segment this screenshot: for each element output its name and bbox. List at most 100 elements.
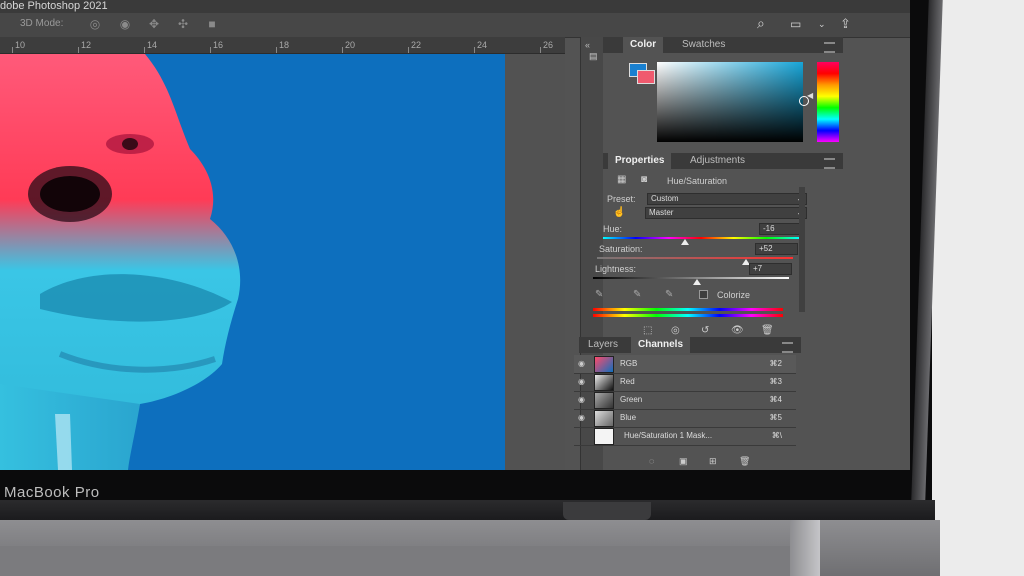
photoshop-window: dobe Photoshop 2021 3D Mode: ◎ ◉ ✥ ✣ ■ ⌕… bbox=[0, 0, 910, 470]
tab-swatches[interactable]: Swatches bbox=[675, 37, 732, 53]
hue-value: -16 bbox=[763, 224, 775, 233]
eye-icon[interactable]: ◉ bbox=[578, 395, 585, 404]
save-selection-icon[interactable]: ▣ bbox=[679, 456, 688, 467]
clip-to-layer-icon[interactable]: ⬚ bbox=[643, 325, 652, 336]
channel-thumbnail bbox=[594, 374, 614, 391]
channel-row-mask[interactable]: Hue/Saturation 1 Mask... ⌘\ bbox=[574, 427, 796, 446]
saturation-value-input[interactable]: +52 bbox=[755, 243, 798, 255]
channel-name: Green bbox=[620, 395, 643, 404]
channel-thumbnail bbox=[594, 428, 614, 445]
panel-menu-icon[interactable] bbox=[824, 42, 835, 53]
channel-name: Red bbox=[620, 377, 635, 386]
new-channel-icon[interactable]: ⊞ bbox=[709, 456, 717, 467]
ruler-tick: 16 bbox=[213, 40, 224, 50]
hue-label: Hue: bbox=[603, 224, 623, 234]
channel-shortcut: ⌘2 bbox=[769, 359, 782, 368]
view-previous-icon[interactable]: ◎ bbox=[671, 325, 680, 336]
eyedropper-icon[interactable]: ✎ bbox=[595, 289, 603, 300]
ruler-mark bbox=[78, 47, 79, 53]
channel-shortcut: ⌘4 bbox=[769, 395, 782, 404]
lightness-value-input[interactable]: +7 bbox=[749, 263, 792, 275]
reset-icon[interactable]: ↺ bbox=[701, 325, 709, 336]
chevron-down-icon[interactable]: ⌄ bbox=[818, 19, 826, 30]
title-bar: dobe Photoshop 2021 bbox=[0, 0, 910, 13]
background-color-swatch[interactable] bbox=[637, 70, 655, 84]
ruler-tick: 18 bbox=[279, 40, 290, 50]
eye-icon[interactable]: ◉ bbox=[578, 377, 585, 386]
channel-thumbnail bbox=[594, 356, 614, 373]
delete-icon[interactable]: 🗑 bbox=[761, 325, 774, 336]
panel-icon[interactable]: ▤ bbox=[589, 51, 603, 61]
hue-slider-arrow-icon[interactable]: ◀ bbox=[807, 91, 813, 100]
channel-row-rgb[interactable]: ◉ RGB ⌘2 bbox=[574, 355, 796, 374]
panel-menu-icon[interactable] bbox=[824, 158, 835, 169]
eye-icon[interactable]: ◉ bbox=[578, 413, 585, 422]
eyedropper-plus-icon[interactable]: ✎ bbox=[633, 289, 641, 300]
tab-properties[interactable]: Properties bbox=[608, 153, 672, 169]
canvas-pasteboard bbox=[505, 54, 565, 470]
load-selection-icon[interactable]: ◌ bbox=[649, 456, 654, 466]
saturation-label: Saturation: bbox=[599, 244, 643, 254]
color-picker-field[interactable] bbox=[657, 62, 809, 142]
workspace-icon[interactable]: ▭ bbox=[790, 17, 801, 31]
eyedropper-minus-icon[interactable]: ✎ bbox=[665, 289, 673, 300]
visibility-icon[interactable]: 👁 bbox=[731, 325, 744, 336]
channel-name: RGB bbox=[620, 359, 638, 368]
channel-row-red[interactable]: ◉ Red ⌘3 bbox=[574, 373, 796, 392]
colorize-label: Colorize bbox=[717, 290, 751, 300]
channel-shortcut: ⌘\ bbox=[771, 431, 782, 440]
ruler-mark bbox=[540, 47, 541, 53]
channel-name: Hue/Saturation 1 Mask... bbox=[624, 431, 713, 440]
hue-slider-thumb[interactable] bbox=[681, 239, 690, 245]
tab-channels[interactable]: Channels bbox=[631, 337, 691, 353]
app-title: dobe Photoshop 2021 bbox=[0, 0, 108, 12]
color-panel-tabs: Color Swatches bbox=[603, 37, 843, 53]
channel-row-blue[interactable]: ◉ Blue ⌘5 bbox=[574, 409, 796, 428]
lightness-slider-thumb[interactable] bbox=[692, 279, 701, 285]
tab-color[interactable]: Color bbox=[623, 37, 664, 53]
ruler-tick: 26 bbox=[543, 40, 554, 50]
search-icon[interactable]: ⌕ bbox=[757, 15, 765, 32]
portrait-photo bbox=[0, 54, 241, 470]
ruler-mark bbox=[276, 47, 277, 53]
hue-value-input[interactable]: -16 bbox=[759, 223, 802, 235]
saturation-slider-track[interactable] bbox=[597, 257, 793, 259]
3d-roll-icon[interactable]: ◉ bbox=[118, 17, 132, 31]
hue-slider[interactable] bbox=[817, 62, 839, 142]
laptop-hinge bbox=[0, 500, 935, 522]
range-dropdown[interactable]: Master ⌄ bbox=[645, 207, 807, 219]
3d-pan-icon[interactable]: ✥ bbox=[147, 17, 161, 31]
eye-icon[interactable]: ◉ bbox=[578, 359, 585, 368]
tab-layers[interactable]: Layers bbox=[581, 337, 625, 353]
3d-camera-icon[interactable]: ■ bbox=[205, 17, 219, 31]
colorize-checkbox[interactable] bbox=[699, 290, 708, 299]
mask-icon[interactable]: ◙ bbox=[641, 174, 647, 185]
channel-shortcut: ⌘5 bbox=[769, 413, 782, 422]
expand-panels-icon[interactable]: « bbox=[585, 40, 590, 50]
ruler-tick: 14 bbox=[147, 40, 158, 50]
channel-row-green[interactable]: ◉ Green ⌘4 bbox=[574, 391, 796, 410]
channel-shortcut: ⌘3 bbox=[769, 377, 782, 386]
tab-adjustments[interactable]: Adjustments bbox=[683, 153, 752, 169]
channel-name: Blue bbox=[620, 413, 637, 422]
laptop-hinge-notch bbox=[563, 502, 651, 520]
3d-slide-icon[interactable]: ✣ bbox=[176, 17, 190, 31]
3d-rotate-icon[interactable]: ◎ bbox=[88, 17, 102, 31]
preset-dropdown[interactable]: Custom ⌄ bbox=[647, 193, 807, 205]
delete-channel-icon[interactable]: 🗑 bbox=[739, 456, 750, 467]
share-icon[interactable]: ⇪ bbox=[840, 16, 851, 32]
image-canvas[interactable] bbox=[0, 54, 505, 470]
right-panels: Color Swatches ◀ Properties Adjustments … bbox=[574, 37, 843, 470]
panel-menu-icon[interactable] bbox=[782, 342, 793, 353]
laptop-keyboard-deck bbox=[0, 546, 800, 576]
color-spectrum-bottom bbox=[593, 314, 783, 317]
ruler-mark bbox=[12, 47, 13, 53]
hand-tool-icon[interactable]: ☝ bbox=[613, 207, 625, 218]
horizontal-ruler: 10 12 14 16 18 20 22 24 26 bbox=[0, 37, 565, 54]
lightness-slider-track[interactable] bbox=[593, 277, 789, 279]
hue-slider-track[interactable] bbox=[603, 237, 799, 239]
ruler-tick: 24 bbox=[477, 40, 488, 50]
properties-scrollbar[interactable] bbox=[799, 187, 805, 312]
options-bar: 3D Mode: ◎ ◉ ✥ ✣ ■ ⌕ ▭ ⌄ ⇪ bbox=[0, 13, 910, 38]
properties-panel-tabs: Properties Adjustments bbox=[603, 153, 843, 169]
